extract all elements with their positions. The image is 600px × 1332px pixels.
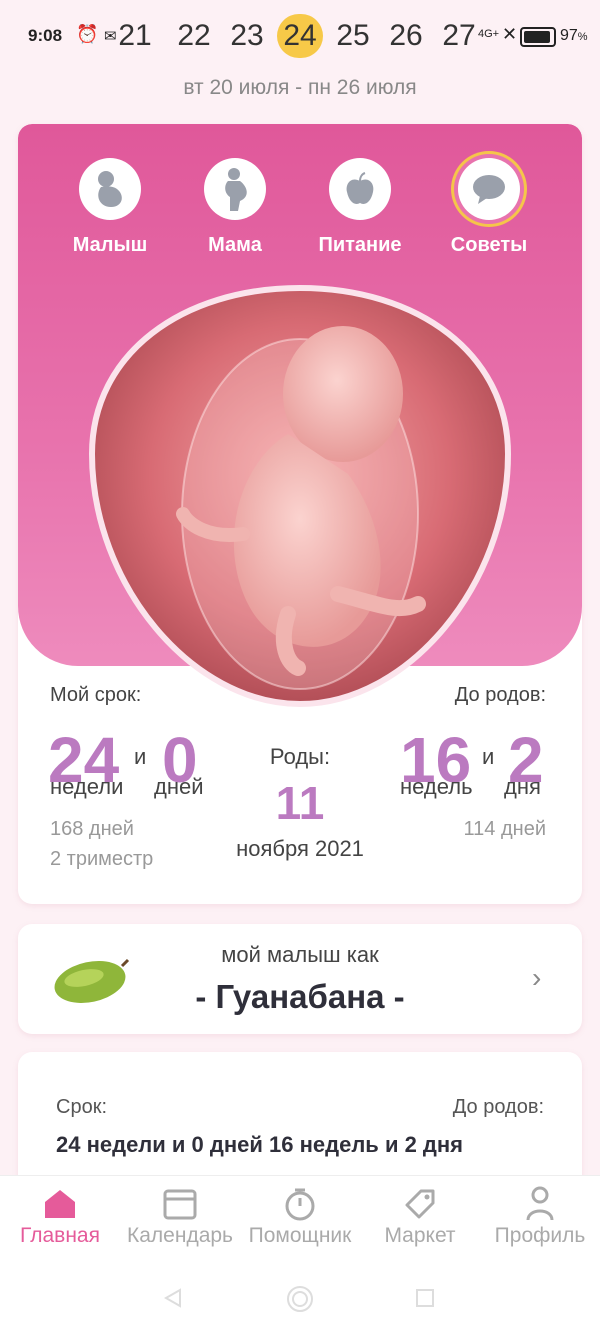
and-label: и [482, 744, 495, 769]
baby-icon [79, 158, 141, 220]
until-total-days: 114 дней [463, 818, 546, 840]
my-term-label: Мой срок: [50, 684, 142, 706]
birth-label: Роды: [269, 744, 331, 769]
details-summary: 24 недели и 0 дней 16 недель и 2 дня [56, 1132, 464, 1157]
nav-label: Профиль [494, 1224, 586, 1247]
term-label: Срок: [56, 1096, 107, 1118]
tab-tips[interactable]: Советы [434, 154, 544, 257]
tab-label: Питание [318, 234, 402, 256]
week-day[interactable]: 22 [171, 14, 217, 58]
bottom-nav: Главная Календарь Помощник Маркет Профил… [0, 1175, 600, 1266]
home-icon [0, 1184, 120, 1224]
timer-icon [240, 1184, 360, 1224]
nav-home[interactable]: Главная [0, 1184, 120, 1248]
nav-market[interactable]: Маркет [360, 1184, 480, 1248]
until-days-unit: дня [504, 774, 541, 799]
nav-calendar[interactable]: Календарь [120, 1184, 240, 1248]
pregnancy-card: Малыш Мама Питание Советы Мой срок: 24 и… [18, 124, 582, 904]
nav-assistant[interactable]: Помощник [240, 1184, 360, 1248]
tag-icon [360, 1184, 480, 1224]
week-day[interactable]: 21 [112, 14, 158, 58]
week-day[interactable]: 23 [224, 14, 270, 58]
mother-icon [204, 158, 266, 220]
fetus-illustration [88, 284, 512, 708]
nav-profile[interactable]: Профиль [480, 1184, 600, 1248]
tab-label: Советы [450, 234, 528, 256]
tab-mother[interactable]: Мама [180, 154, 290, 257]
nav-label: Главная [20, 1224, 100, 1247]
tab-label: Малыш [72, 234, 148, 256]
tab-baby[interactable]: Малыш [55, 154, 165, 257]
status-time: 9:08 [28, 26, 63, 45]
calendar-icon [120, 1184, 240, 1224]
nav-label: Календарь [127, 1224, 233, 1247]
fruit-name: - Гуанабана - [195, 978, 405, 1015]
chevron-right-icon: › [532, 962, 542, 993]
system-nav-bar [0, 1265, 600, 1332]
week-range: вт 20 июля - пн 26 июля [183, 76, 417, 99]
signal-icon: ✕ [502, 24, 518, 44]
nav-label: Маркет [384, 1224, 456, 1247]
baby-size-card[interactable]: мой малыш как - Гуанабана - › [18, 924, 582, 1034]
recents-icon[interactable] [414, 1287, 436, 1309]
week-day-selected[interactable]: 24 [277, 14, 323, 58]
week-day[interactable]: 25 [330, 14, 376, 58]
details-until-label: До родов: [452, 1096, 544, 1118]
until-weeks-unit: недель [400, 774, 473, 799]
size-caption: мой малыш как [221, 942, 379, 967]
until-label: До родов: [454, 684, 546, 706]
battery-icon [520, 27, 556, 47]
profile-icon [480, 1184, 600, 1224]
apple-icon [329, 158, 391, 220]
week-day[interactable]: 26 [383, 14, 429, 58]
home-circle-icon[interactable] [286, 1285, 314, 1313]
nav-label: Помощник [248, 1224, 352, 1247]
chat-bubble-icon [458, 158, 520, 220]
tab-label: Мама [208, 234, 262, 256]
tab-nutrition[interactable]: Питание [305, 154, 415, 257]
alarm-icon: ⏰ [76, 24, 99, 44]
battery-level: 97% [560, 27, 588, 44]
back-icon[interactable] [162, 1287, 184, 1309]
week-day[interactable]: 27 [436, 14, 482, 58]
